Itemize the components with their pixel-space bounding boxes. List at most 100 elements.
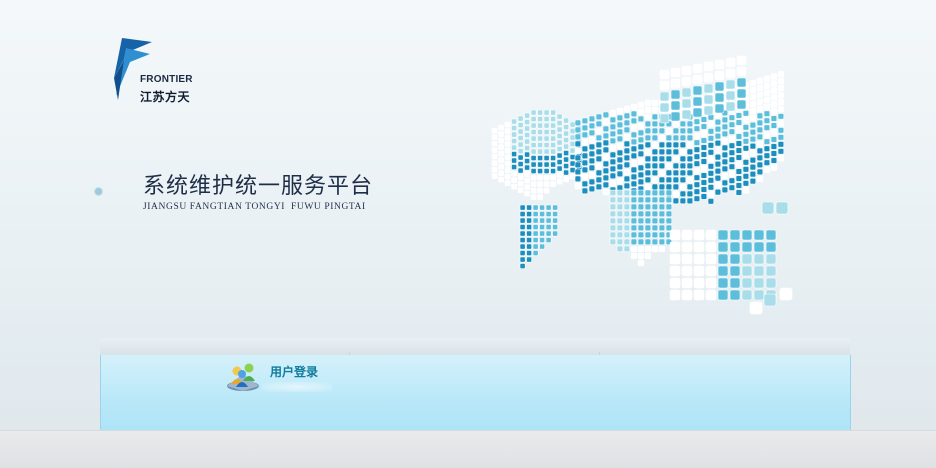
map-tile — [728, 142, 736, 149]
map-tile — [616, 149, 624, 157]
map-tile — [539, 224, 545, 230]
map-tile — [623, 231, 631, 239]
map-tile — [543, 116, 550, 122]
map-tile — [756, 91, 764, 99]
map-tile — [756, 147, 764, 155]
map-tile — [714, 132, 722, 140]
map-tile — [537, 135, 543, 142]
user-login-link[interactable]: 用户登录 — [270, 363, 318, 380]
map-tile — [609, 116, 617, 124]
map-tile — [519, 256, 526, 263]
map-tile — [753, 265, 765, 277]
map-tile — [517, 187, 524, 193]
map-tile — [609, 224, 617, 232]
map-tile — [651, 155, 659, 163]
map-tile — [721, 130, 729, 138]
map-tile — [693, 181, 701, 188]
map-tile — [602, 160, 610, 168]
map-tile — [707, 198, 715, 205]
map-tile — [658, 134, 666, 142]
map-tile — [511, 125, 517, 131]
map-tile — [779, 287, 793, 301]
map-tile — [616, 128, 624, 136]
map-tile — [630, 117, 638, 125]
map-tile — [749, 163, 757, 171]
map-tile — [721, 151, 729, 159]
map-tile — [717, 265, 729, 277]
map-tile — [609, 109, 617, 117]
map-tile — [588, 115, 596, 123]
map-tile — [714, 92, 725, 103]
map-tile — [705, 277, 717, 289]
map-tile — [763, 110, 771, 117]
map-tile — [526, 224, 532, 230]
map-tile — [707, 156, 715, 163]
map-tile — [595, 134, 603, 142]
map-tile — [693, 167, 701, 174]
map-tile — [526, 217, 532, 224]
users-icon[interactable] — [226, 360, 260, 392]
map-tile — [537, 116, 543, 122]
map-tile — [616, 196, 624, 204]
map-tile — [504, 154, 511, 160]
map-tile — [644, 203, 652, 211]
map-tile — [524, 119, 530, 125]
map-tile — [491, 160, 498, 166]
map-tile — [530, 148, 537, 155]
map-tile — [728, 170, 736, 177]
map-tile — [756, 154, 764, 162]
map-tile — [545, 224, 552, 230]
map-tile — [532, 243, 539, 250]
map-tile — [644, 238, 652, 246]
map-tile — [693, 118, 701, 125]
map-tile — [498, 170, 504, 176]
map-tile — [630, 231, 638, 239]
map-tile — [749, 128, 757, 136]
map-tile — [658, 238, 666, 246]
map-tile — [524, 190, 530, 197]
map-tile — [693, 146, 701, 153]
map-tile — [679, 190, 687, 198]
map-tile — [602, 111, 610, 119]
map-tile — [552, 204, 558, 211]
map-tile — [651, 210, 659, 218]
map-tile — [530, 122, 537, 129]
map-tile — [623, 238, 631, 246]
map-tile — [735, 189, 743, 196]
map-tile — [498, 124, 504, 131]
map-tile — [693, 253, 705, 265]
map-tile — [681, 265, 693, 277]
map-tile — [686, 169, 694, 177]
logo-text-en: FRONTIER — [140, 74, 193, 85]
map-tile — [679, 148, 687, 156]
map-tile — [537, 148, 543, 155]
map-tile — [545, 237, 552, 243]
map-tile — [519, 224, 526, 230]
map-tile — [735, 112, 743, 119]
map-tile — [736, 77, 747, 88]
map-tile — [700, 130, 708, 137]
map-tile — [623, 105, 631, 113]
map-tile — [658, 231, 666, 239]
map-tile — [609, 130, 617, 138]
map-tile — [588, 143, 596, 151]
map-tile — [519, 250, 526, 256]
map-tile — [637, 157, 645, 165]
map-tile — [550, 168, 556, 174]
map-tile — [714, 125, 722, 133]
map-tile — [630, 138, 638, 146]
map-tile — [672, 169, 680, 177]
map-tile — [735, 161, 743, 168]
map-tile — [686, 141, 694, 149]
map-tile — [692, 85, 703, 96]
map-tile — [616, 177, 624, 185]
map-tile — [725, 101, 736, 112]
map-tile — [669, 241, 681, 253]
map-tile — [705, 289, 717, 301]
map-tile — [581, 145, 589, 153]
map-tile — [616, 245, 624, 253]
map-tile — [569, 134, 576, 141]
map-tile — [556, 178, 563, 185]
map-tile — [665, 196, 673, 204]
map-tile — [511, 138, 517, 144]
